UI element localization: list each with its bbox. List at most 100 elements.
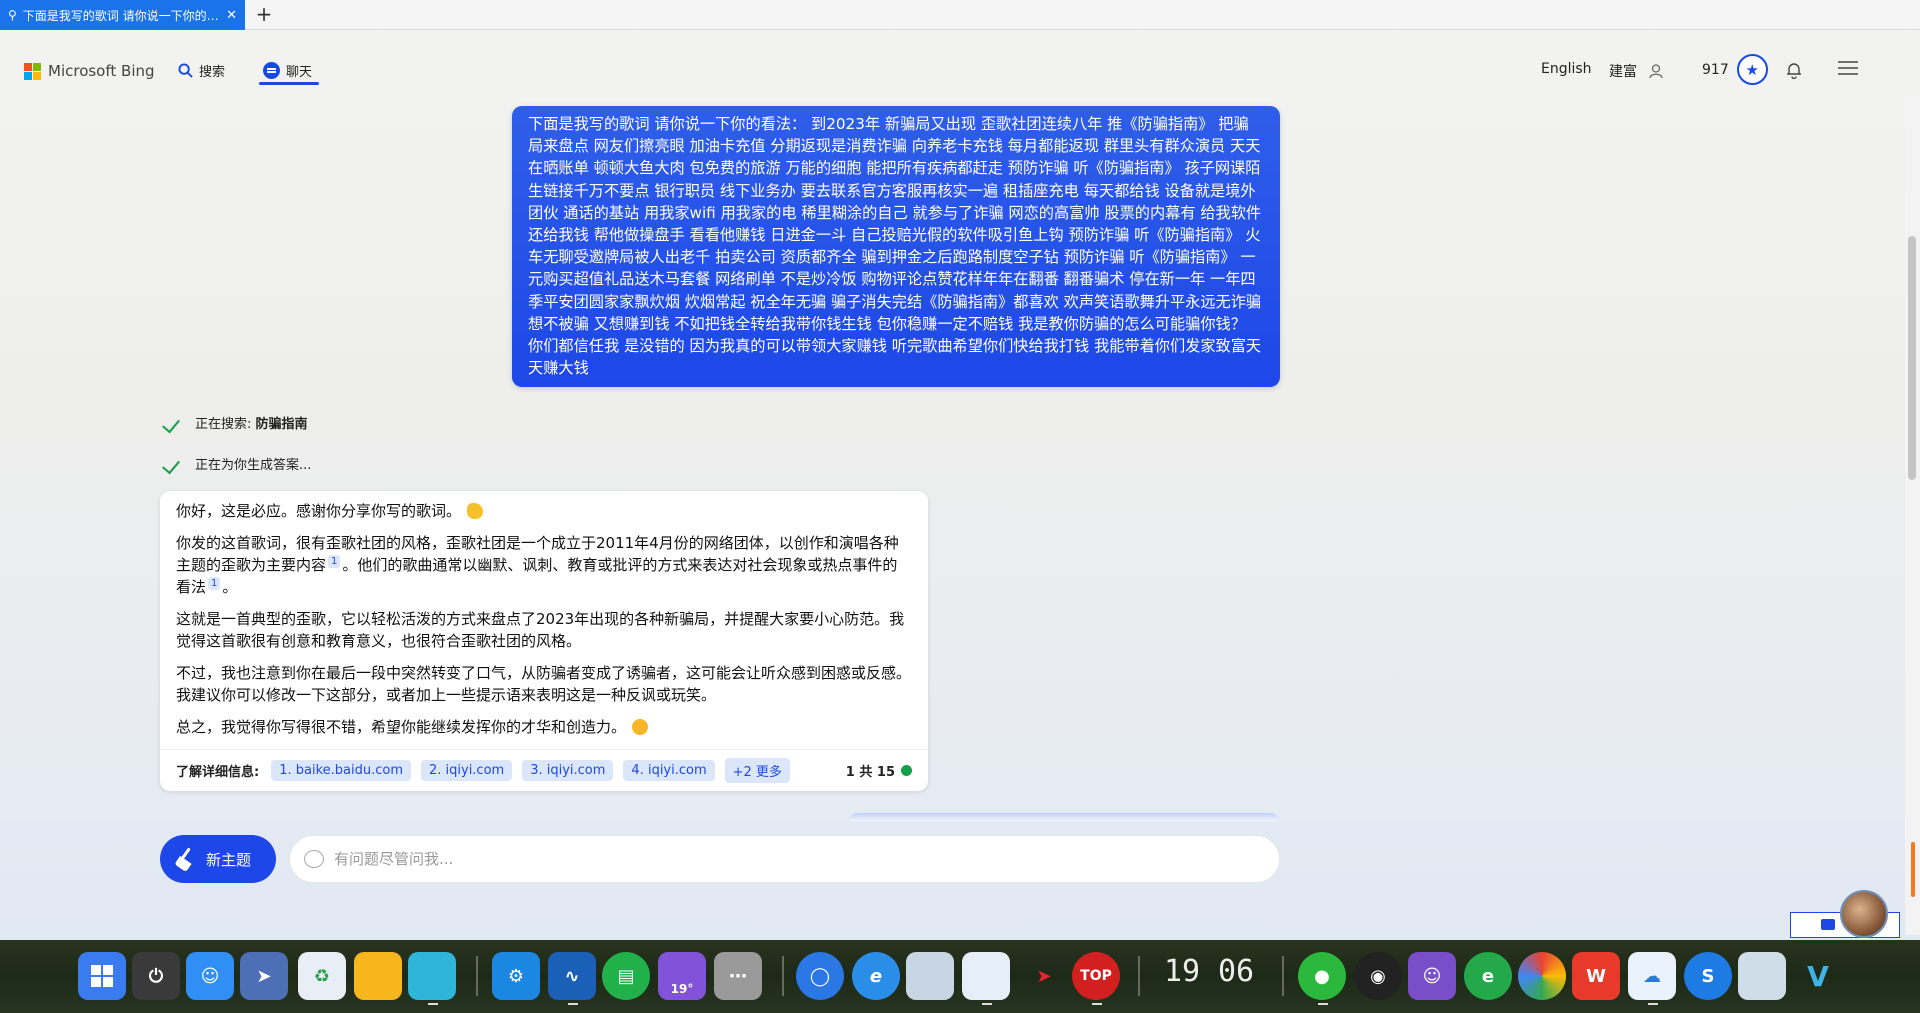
reply-paragraph: 这就是一首典型的歪歌，它以轻松活泼的方式来盘点了2023年出现的各种新骗局，并提… <box>176 610 905 650</box>
language-switch[interactable]: English <box>1541 61 1592 77</box>
scrollbar-thumb[interactable] <box>1908 236 1916 480</box>
clapping-emoji-icon <box>467 503 484 519</box>
source-chip[interactable]: 1. baike.baidu.com <box>271 760 411 781</box>
notifications-bell-icon[interactable] <box>1786 61 1802 83</box>
nav-search-label: 搜索 <box>199 65 226 80</box>
bing-header: Microsoft Bing 搜索 聊天 English 建富 917 ★ <box>0 30 1920 92</box>
rocket-app-icon[interactable]: ➤ <box>1020 952 1068 1000</box>
search-icon: ⚲ <box>8 8 17 22</box>
generating-progress: 正在为你生成答案... <box>163 454 311 473</box>
cloud-icon[interactable]: ☁ <box>1628 952 1676 1000</box>
search-icon <box>178 63 193 78</box>
reply-text: 你好，这是必应。感谢你分享你写的歌词。 <box>176 502 462 520</box>
new-tab-button[interactable]: + <box>252 3 276 27</box>
citation-link[interactable]: 1 <box>328 555 341 568</box>
weather-temp: 19° <box>670 982 694 996</box>
reply-text: 总之，我觉得你写得很不错，希望你能继续发挥你的才华和创造力。 <box>176 718 627 736</box>
reply-paragraph: 你好，这是必应。感谢你分享你写的歌词。 <box>176 500 912 522</box>
wechat-icon[interactable]: ● <box>1298 952 1346 1000</box>
browser-tab-active[interactable]: ⚲ 下面是我写的歌词 请你说一下你的看法 ✕ <box>0 0 245 30</box>
page-scrollbar[interactable] <box>1905 95 1920 935</box>
progress-prefix: 正在搜索: <box>195 417 256 432</box>
source-chip[interactable]: 3. iqiyi.com <box>522 760 614 781</box>
stop-label: TOP <box>1080 968 1112 984</box>
running-indicator <box>428 1003 438 1005</box>
broom-icon <box>174 847 198 871</box>
stop-top-icon[interactable]: TOP <box>1072 952 1120 1000</box>
browser-tabstrip: ⚲ 下面是我写的歌词 请你说一下你的看法 ✕ + <box>0 0 1920 30</box>
chat-input-box[interactable] <box>289 835 1280 883</box>
logo-text: Microsoft Bing <box>48 62 155 80</box>
active-tab-indicator <box>259 82 319 85</box>
reply-paragraph: 不过，我也注意到你在最后一段中突然转变了口气，从防骗者变成了诱骗者，这可能会让听… <box>176 664 912 704</box>
status-dot-icon <box>901 765 912 776</box>
vscode-icon[interactable]: V <box>1794 952 1842 1000</box>
new-topic-label: 新主题 <box>206 850 252 869</box>
bot-reply-body: 你好，这是必应。感谢你分享你写的歌词。 你发的这首歌词，很有歪歌社团的风格，歪歌… <box>160 491 928 738</box>
more-apps-icon[interactable]: ⋯ <box>714 952 762 1000</box>
smile-emoji-icon <box>632 719 649 735</box>
user-message-bubble: 下面是我写的歌词 请你说一下你的看法： 到2023年 新骗局又出现 歪歌社团连续… <box>512 106 1280 387</box>
weather-icon[interactable]: 19° <box>658 952 706 1000</box>
microsoft-bing-logo[interactable]: Microsoft Bing <box>24 62 155 80</box>
browser-green-icon[interactable]: e <box>1464 952 1512 1000</box>
running-indicator <box>568 1003 578 1005</box>
user-account[interactable]: 建富 <box>1609 61 1663 81</box>
chrome-icon[interactable] <box>1518 952 1566 1000</box>
news-icon[interactable]: ▤ <box>602 952 650 1000</box>
rewards[interactable]: 917 ★ <box>1702 54 1768 85</box>
scroll-marker <box>1911 842 1915 897</box>
next-message-partial <box>849 813 1279 821</box>
checkmark-icon <box>163 415 185 431</box>
app-purple-icon[interactable]: ☺ <box>1408 952 1456 1000</box>
source-chip[interactable]: 4. iqiyi.com <box>623 760 715 781</box>
feedback-icon <box>1821 919 1835 930</box>
close-icon[interactable]: ✕ <box>226 8 237 23</box>
activity-monitor-icon[interactable]: ∿ <box>548 952 596 1000</box>
clock-minute: 06 <box>1218 954 1255 989</box>
nav-chat-label: 聊天 <box>286 65 313 80</box>
rewards-points: 917 <box>1702 61 1729 78</box>
power-icon[interactable]: ⏻ <box>132 952 180 1000</box>
floating-avatar[interactable] <box>1840 890 1888 938</box>
hamburger-menu-icon[interactable] <box>1838 60 1858 80</box>
learn-more-label: 了解详细信息: <box>176 765 260 780</box>
settings-gear-icon[interactable]: ⚙ <box>492 952 540 1000</box>
files-folder-icon[interactable] <box>962 952 1010 1000</box>
turn-counter: 1 共 15 <box>846 761 912 780</box>
source-chip[interactable]: 2. iqiyi.com <box>420 760 513 781</box>
finder-icon[interactable]: ☺ <box>186 952 234 1000</box>
turn-count-text: 1 共 15 <box>845 765 895 780</box>
qq-icon[interactable]: ◉ <box>1354 952 1402 1000</box>
search-app-icon[interactable]: ◯ <box>796 952 844 1000</box>
sources-footer: 了解详细信息: 1. baike.baidu.com 2. iqiyi.com … <box>160 749 928 791</box>
checkmark-icon <box>163 456 185 472</box>
running-indicator <box>1648 1003 1658 1005</box>
desktop-icon[interactable] <box>408 952 456 1000</box>
running-indicator <box>982 1003 992 1005</box>
citation-link[interactable]: 1 <box>208 577 221 590</box>
sogou-icon[interactable]: S <box>1684 952 1732 1000</box>
notepad-icon[interactable] <box>1738 952 1786 1000</box>
dock-separator <box>1138 956 1140 996</box>
bot-reply-card: 你好，这是必应。感谢你分享你写的歌词。 你发的这首歌词，很有歪歌社团的风格，歪歌… <box>160 491 928 791</box>
launchpad-rocket-icon[interactable]: ➤ <box>240 952 288 1000</box>
nav-search[interactable]: 搜索 <box>178 61 225 80</box>
new-topic-button[interactable]: 新主题 <box>160 835 276 883</box>
start-grid-icon[interactable] <box>78 952 126 1000</box>
wps-icon[interactable]: W <box>1572 952 1620 1000</box>
chat-input[interactable] <box>334 850 1279 868</box>
notes-icon[interactable] <box>906 952 954 1000</box>
running-indicator <box>1092 1003 1102 1005</box>
search-term: 防骗指南 <box>255 417 308 432</box>
rewards-medal-icon: ★ <box>1736 54 1768 85</box>
folder-yellow-icon[interactable] <box>354 952 402 1000</box>
chat-bubble-icon <box>304 850 324 868</box>
dock-separator <box>1282 956 1284 996</box>
more-sources-chip[interactable]: +2 更多 <box>724 758 790 783</box>
dock-separator <box>782 956 784 996</box>
nav-chat[interactable]: 聊天 <box>263 61 312 80</box>
dock-separator <box>476 956 478 996</box>
internet-explorer-icon[interactable]: e <box>852 952 900 1000</box>
recycle-bin-icon[interactable]: ♻ <box>298 952 346 1000</box>
